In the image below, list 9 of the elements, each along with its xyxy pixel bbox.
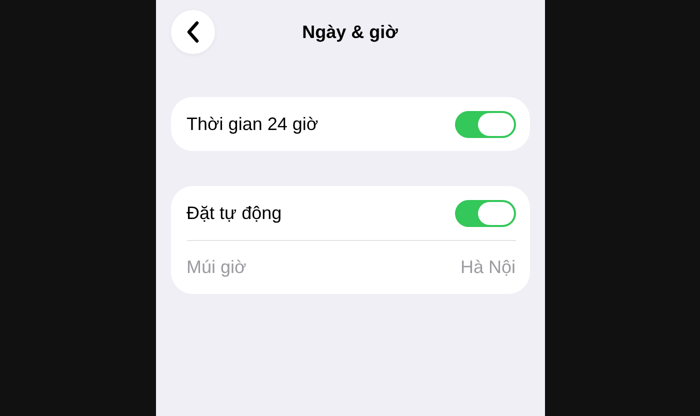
screen-title: Ngày & giờ	[302, 20, 398, 44]
back-chevron-icon	[186, 21, 200, 43]
setting-value: Hà Nội	[460, 256, 516, 279]
toggle-switch[interactable]	[454, 200, 516, 226]
setting-label: Thời gian 24 giờ	[186, 112, 318, 136]
back-button[interactable]	[170, 10, 214, 54]
setting-label: Múi giờ	[186, 256, 246, 279]
setting-label: Đặt tự động	[186, 202, 282, 225]
toggle-switch[interactable]	[454, 110, 516, 138]
